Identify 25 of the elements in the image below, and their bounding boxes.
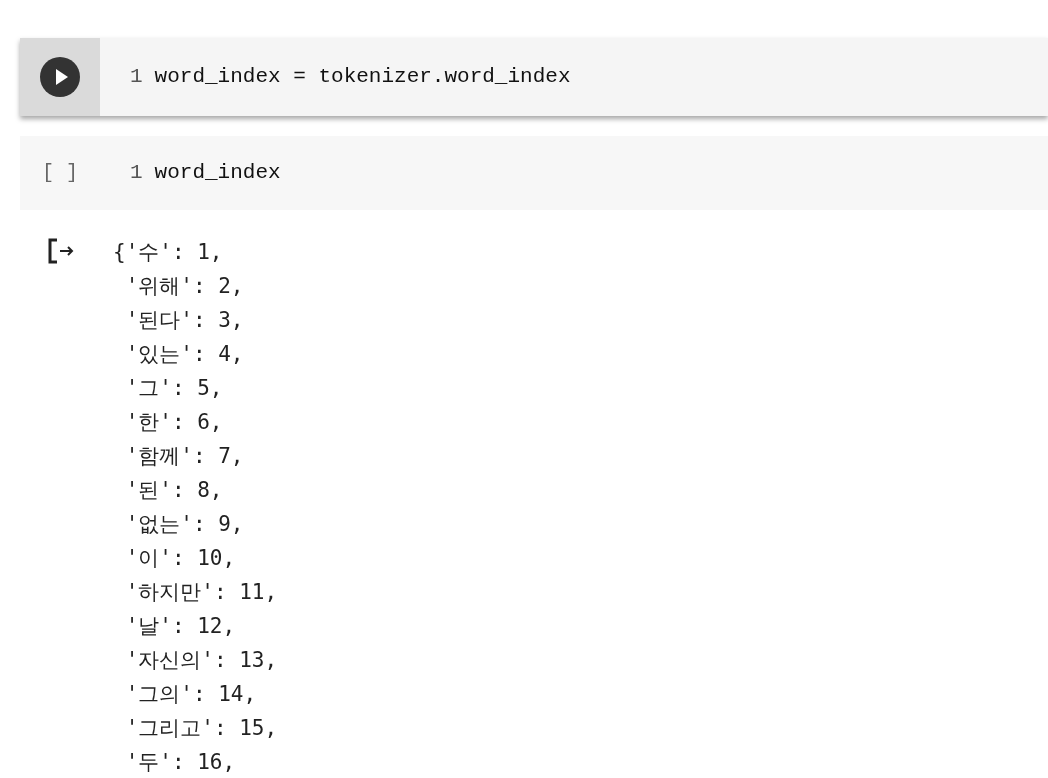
output-line: '없는': 9, — [124, 511, 245, 538]
output-line: '하지만': 11, — [124, 579, 278, 606]
line-number: 1 — [130, 64, 143, 91]
output-line: '그리고': 15, — [124, 715, 278, 742]
output-line: '그': 5, — [124, 375, 224, 402]
output-line: '된다': 3, — [124, 307, 245, 334]
code-cell[interactable]: [ ] 1 word_index — [20, 136, 1048, 210]
output-icon — [48, 238, 76, 264]
run-button[interactable] — [40, 57, 80, 97]
code-line: word_index — [154, 160, 281, 187]
code-cell[interactable]: 1 word_index = tokenizer.word_index — [20, 38, 1048, 116]
output-line: {'수': 1, — [113, 239, 224, 266]
execution-prompt: [ ] — [42, 160, 78, 186]
code-line: word_index = tokenizer.word_index — [154, 64, 571, 91]
output-line: '있는': 4, — [124, 341, 245, 368]
line-number: 1 — [130, 160, 143, 187]
output-line: '함께': 7, — [124, 443, 245, 470]
output-line: '된': 8, — [124, 477, 224, 504]
output-line: '이': 10, — [124, 545, 237, 572]
output-line: '두': 16, — [124, 749, 237, 776]
output-line: '그의': 14, — [124, 681, 258, 708]
output-line: '날': 12, — [124, 613, 237, 640]
output-line: '위해': 2, — [124, 273, 245, 300]
output-line: '자신의': 13, — [124, 647, 278, 674]
output-line: '한': 6, — [124, 409, 224, 436]
